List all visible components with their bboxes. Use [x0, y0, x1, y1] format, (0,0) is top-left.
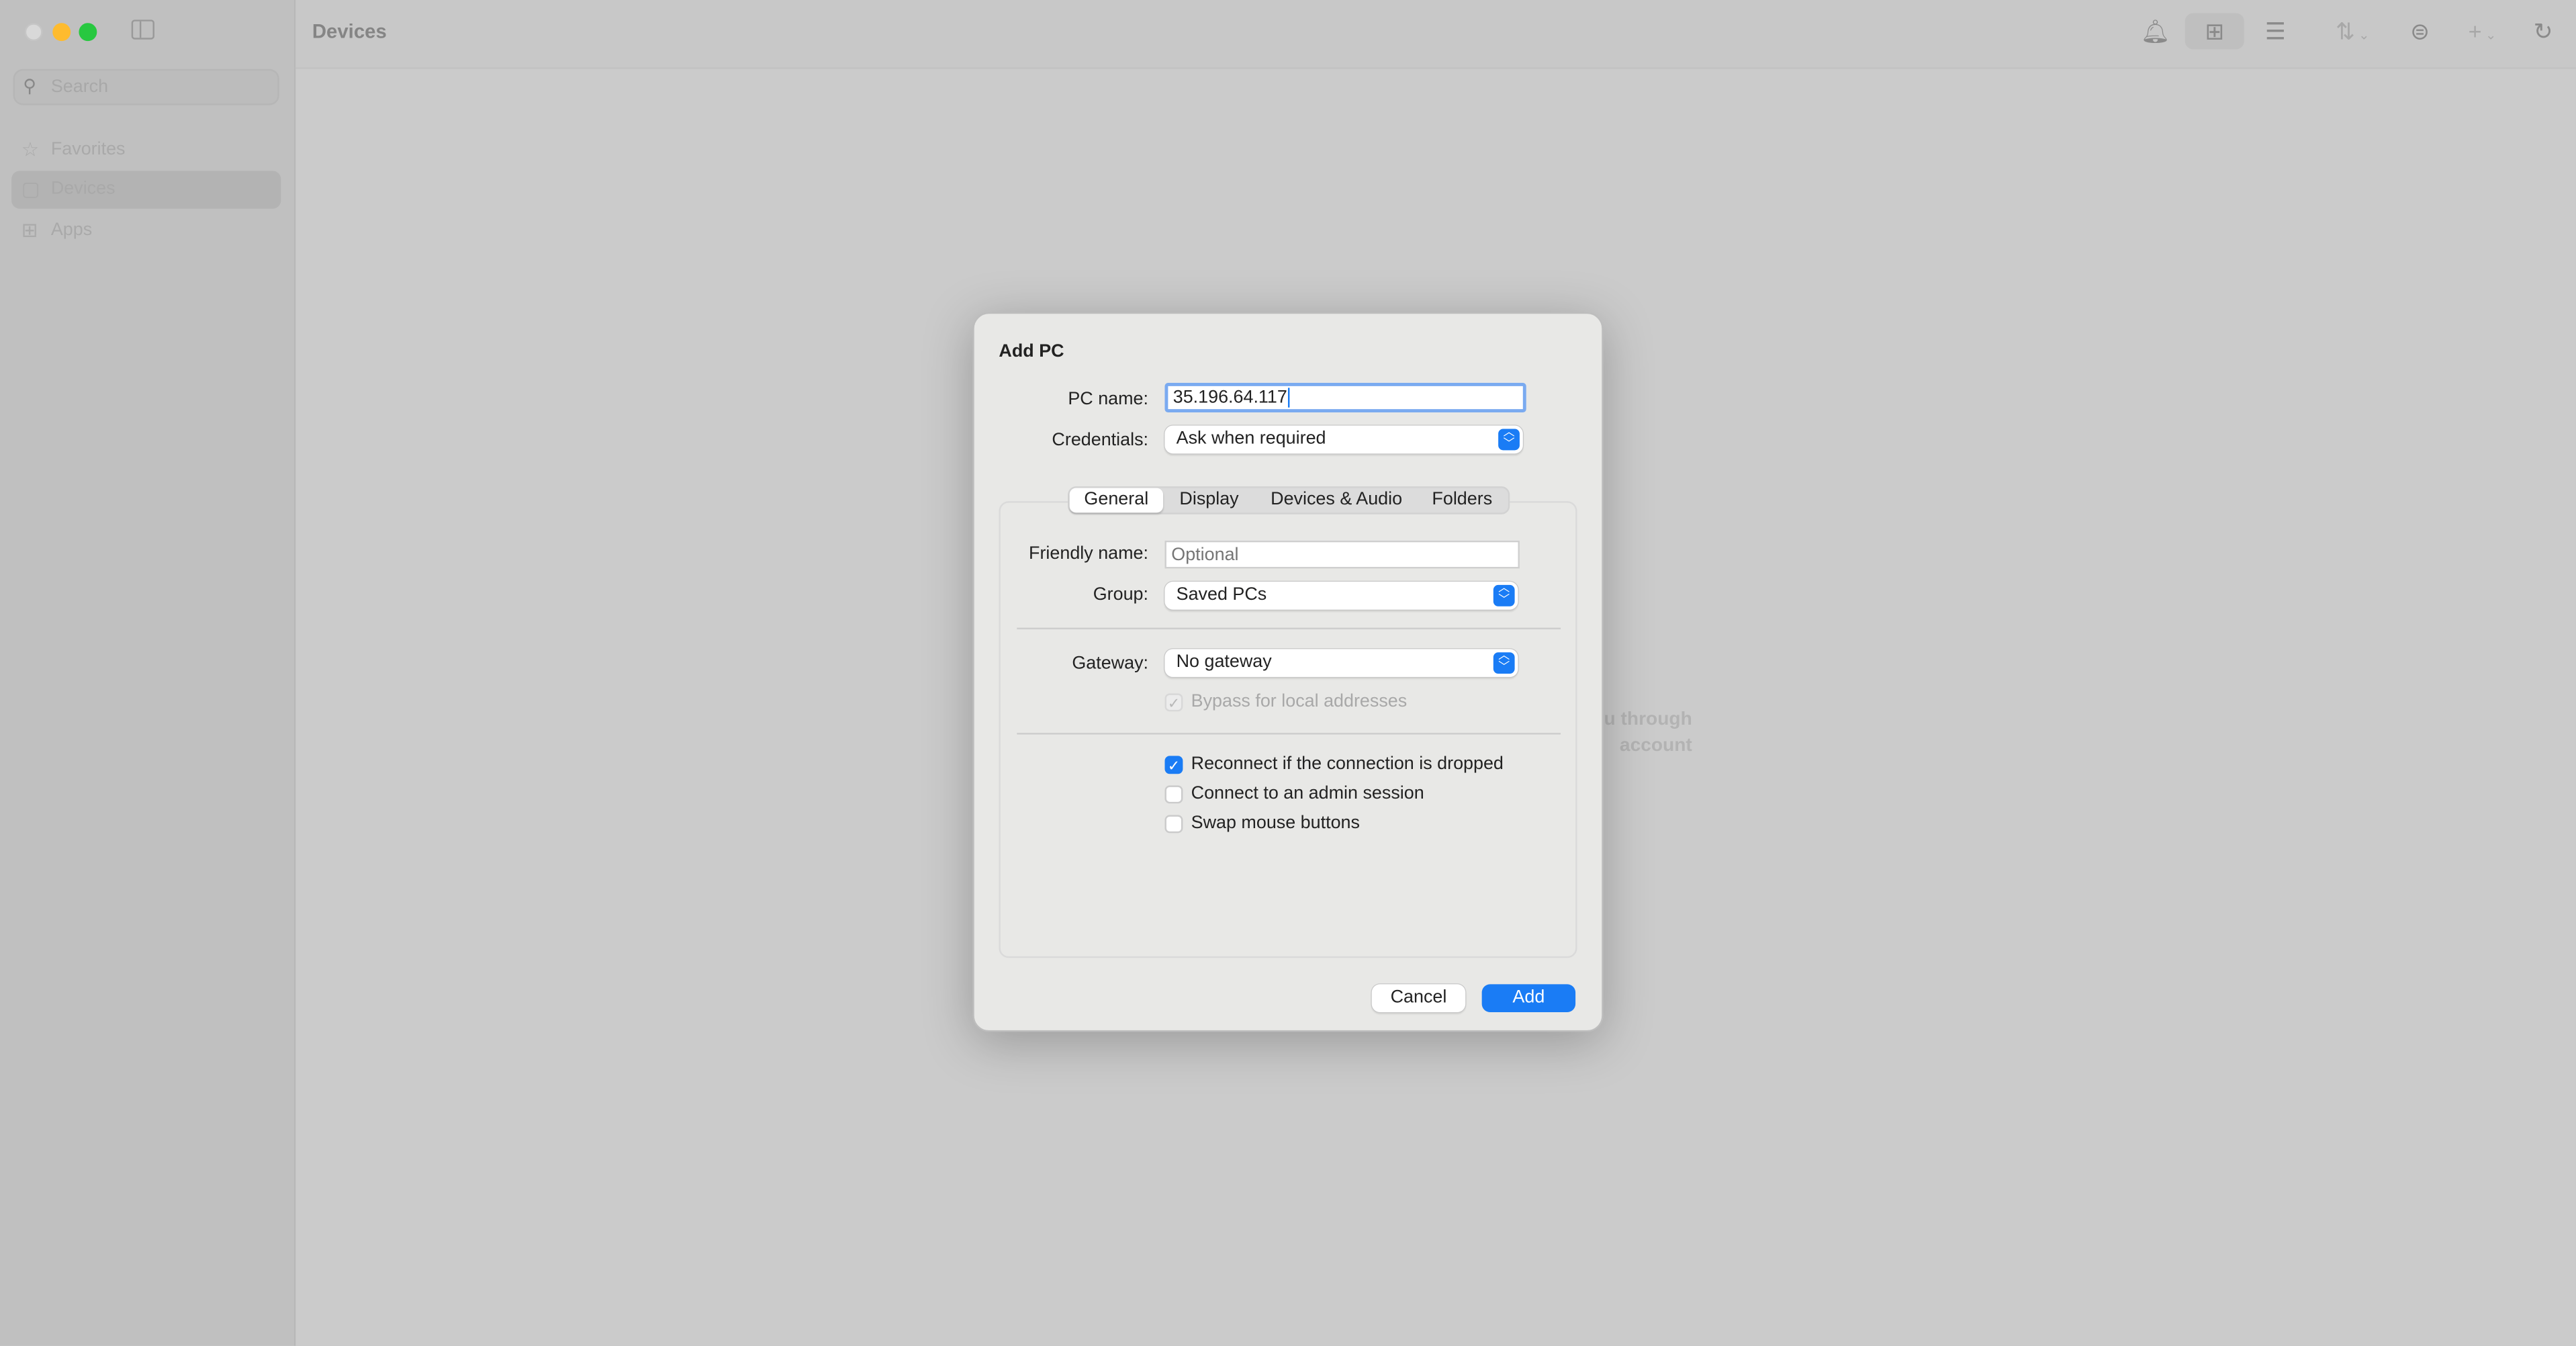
chevron-updown-icon: ︿ ﹀ [1493, 651, 1515, 674]
empty-state-line: account [1619, 735, 1692, 756]
sidebar-item-favorites[interactable]: ☆ Favorites [11, 132, 281, 169]
friendly-name-label: Friendly name: [1029, 543, 1149, 564]
credentials-select[interactable]: Ask when required ︿ ﹀ [1164, 425, 1523, 454]
sidebar-toggle-icon[interactable] [131, 19, 154, 40]
tab-devices-audio[interactable]: Devices & Audio [1256, 488, 1416, 513]
grid-view-icon[interactable]: ⊞ [2198, 16, 2231, 46]
bell-icon[interactable]: 🔔︎ [2139, 16, 2172, 46]
chevron-updown-icon: ︿ ﹀ [1493, 583, 1515, 607]
search-input[interactable]: ⚲ Search [13, 69, 279, 105]
gateway-label: Gateway: [1072, 654, 1149, 674]
admin-session-label: Connect to an admin session [1191, 783, 1424, 804]
group-value: Saved PCs [1176, 584, 1267, 605]
pc-name-value: 35.196.64.117 [1172, 388, 1287, 408]
divider [1017, 627, 1561, 629]
sidebar-item-label: Devices [50, 179, 116, 199]
settings-group-box [999, 501, 1577, 958]
tab-display[interactable]: Display [1164, 488, 1253, 513]
gateway-value: No gateway [1176, 652, 1272, 672]
zoom-window-button[interactable] [79, 23, 97, 42]
credentials-value: Ask when required [1176, 429, 1326, 449]
divider [1017, 733, 1561, 735]
tab-folders[interactable]: Folders [1418, 488, 1506, 513]
empty-state-line: u through [1604, 709, 1692, 730]
list-view-icon[interactable]: ☰ [2259, 16, 2292, 46]
tab-bar: General Display Devices & Audio Folders [1068, 486, 1510, 514]
star-icon: ☆ [21, 138, 40, 161]
sidebar-item-label: Favorites [50, 139, 126, 160]
search-icon: ⚲ [23, 77, 36, 97]
bypass-checkbox[interactable]: ✓ [1164, 693, 1183, 712]
add-icon[interactable]: + ⌄ [2458, 16, 2507, 46]
cancel-button[interactable]: Cancel [1371, 984, 1466, 1012]
credentials-label: Credentials: [1052, 430, 1149, 451]
pc-name-label: PC name: [1068, 389, 1149, 410]
tab-general[interactable]: General [1069, 488, 1164, 513]
reconnect-label: Reconnect if the connection is dropped [1191, 754, 1504, 774]
pc-name-input[interactable]: 35.196.64.117 [1164, 383, 1526, 413]
empty-state-text: u through account [1602, 708, 1692, 759]
swap-mouse-label: Swap mouse buttons [1191, 813, 1360, 834]
admin-session-checkbox[interactable] [1164, 785, 1183, 804]
refresh-icon[interactable]: ↻ [2527, 16, 2560, 46]
sort-icon[interactable]: ⇅ ⌄ [2326, 16, 2379, 46]
minimize-window-button[interactable] [52, 23, 71, 42]
reconnect-checkbox[interactable]: ✓ [1164, 756, 1183, 774]
sidebar: ⚲ Search ☆ Favorites ▢ Devices ⊞ Apps [0, 0, 296, 1346]
add-button[interactable]: Add [1481, 984, 1576, 1012]
swap-mouse-checkbox[interactable] [1164, 815, 1183, 834]
apps-grid-icon: ⊞ [21, 218, 38, 242]
dialog-title: Add PC [999, 341, 1064, 362]
sidebar-item-apps[interactable]: ⊞ Apps [11, 212, 281, 250]
sidebar-item-devices[interactable]: ▢ Devices [11, 171, 281, 209]
chevron-updown-icon: ︿ ﹀ [1498, 427, 1520, 451]
group-select[interactable]: Saved PCs ︿ ﹀ [1164, 582, 1518, 610]
filter-icon[interactable]: ⊜ [2403, 16, 2436, 46]
add-pc-dialog: Add PC PC name: 35.196.64.117 Credential… [972, 312, 1604, 1032]
sidebar-item-label: Apps [50, 220, 93, 240]
group-label: Group: [1093, 584, 1149, 605]
gateway-select[interactable]: No gateway ︿ ﹀ [1164, 649, 1518, 677]
close-window-button[interactable] [24, 23, 43, 42]
page-title: Devices [312, 19, 387, 43]
bypass-label: Bypass for local addresses [1191, 691, 1408, 712]
search-placeholder: Search [50, 77, 109, 97]
monitor-icon: ▢ [21, 177, 40, 201]
friendly-name-input[interactable] [1164, 540, 1520, 569]
